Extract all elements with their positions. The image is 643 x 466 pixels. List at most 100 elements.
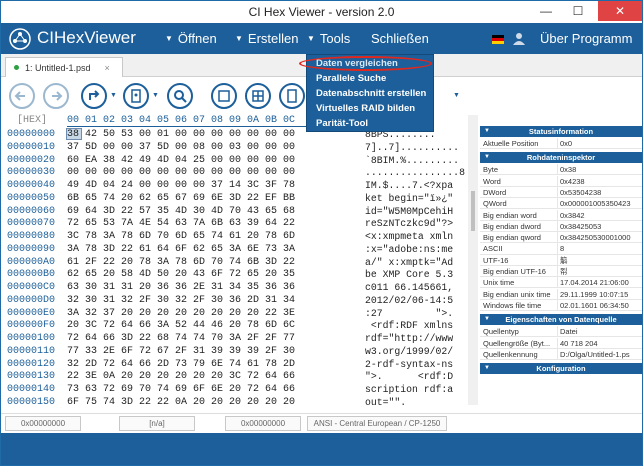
scrollbar-thumb[interactable] [471,191,475,231]
text-row[interactable]: c011 66.145661, [365,282,465,295]
hex-row[interactable]: 6B 65 74 20 62 65 67 69 6E 3D 22 EF BB [67,193,295,206]
text-row[interactable]: 2-rdf-syntax-ns [365,359,465,372]
hex-row[interactable]: 38 42 50 53 00 01 00 00 00 00 00 00 00 [67,129,295,142]
text-row[interactable]: rdf="http://www [365,333,465,346]
hex-row[interactable]: 6F 75 74 3D 22 22 0A 20 20 20 20 20 20 [67,397,295,410]
hex-row[interactable]: 62 65 20 58 4D 50 20 43 6F 72 65 20 35 [67,269,295,282]
property-row[interactable]: QWord 0x000001005350423 [480,198,642,210]
panel-section-header[interactable]: ▼ Statusinformation [480,126,642,137]
search-icon[interactable] [167,83,193,109]
minimize-button[interactable]: — [532,1,560,21]
text-row[interactable]: ................8 [365,167,465,180]
close-button[interactable]: ✕ [598,1,642,21]
hex-bytes[interactable]: 38 42 50 53 00 01 00 00 00 00 00 00 00 37… [67,129,295,410]
hex-editor[interactable]: [HEX] 00 01 02 03 04 05 06 07 08 09 0A 0… [5,115,478,410]
text-row[interactable]: :27 ">. [365,308,465,321]
property-row[interactable]: Quellenkennung D:/Olga/Untitled-1.ps [480,348,642,360]
goto-icon[interactable] [81,83,107,109]
property-row[interactable]: ASCII 8 [480,243,642,255]
hex-row[interactable]: 32 2D 72 64 66 2D 73 79 6E 74 61 78 2D [67,359,295,372]
hex-row[interactable]: 49 4D 04 24 00 00 00 00 37 14 3C 3F 78 [67,180,295,193]
text-row[interactable]: 2012/02/06-14:5 [365,295,465,308]
hex-row[interactable]: 73 63 72 69 70 74 69 6F 6E 20 72 64 66 [67,384,295,397]
hex-row[interactable]: 20 3C 72 64 66 3A 52 44 46 20 78 6D 6C [67,320,295,333]
property-row[interactable]: Quellentyp Datei [480,326,642,338]
property-row[interactable]: DWord 0x53504238 [480,186,642,199]
property-row[interactable]: Big endian dword 0x38425053 [480,220,642,232]
text-row[interactable]: out="". [365,397,465,410]
hex-row[interactable]: 3A 78 3D 22 61 64 6F 62 65 3A 6E 73 3A [67,244,295,257]
hex-row[interactable]: 77 33 2E 6F 72 67 2F 31 39 39 39 2F 30 [67,346,295,359]
menu-schliessen[interactable]: Schließen [371,31,429,46]
panel-section-header[interactable]: ▼ Rohdateninspektor [480,152,642,164]
text-row[interactable]: scription rdf:a [365,384,465,397]
property-row[interactable]: Big endian UTF-16 㡂 [480,266,642,278]
menu-about[interactable]: Über Programm [540,31,632,46]
bookmark-dropdown-icon[interactable]: ▼ [152,92,159,99]
property-row[interactable]: UTF-16 䈸 [480,254,642,266]
property-row[interactable]: Big endian word 0x3842 [480,209,642,221]
text-row[interactable]: reSzNTczkc9d"?> [365,218,465,231]
hex-row[interactable]: 00 00 00 00 00 00 00 00 00 00 00 00 00 [67,167,295,180]
text-row[interactable]: ">. <rdf:D [365,371,465,384]
menu-erstellen[interactable]: ▼ Erstellen [235,31,299,46]
menu-item-daten-vergleichen[interactable]: Daten vergleichen [316,58,398,69]
text-row[interactable]: w3.org/1999/02/ [365,346,465,359]
hex-row[interactable]: 3A 32 37 20 20 20 20 20 20 20 20 22 3E [67,308,295,321]
hex-row[interactable]: 72 65 53 7A 4E 54 63 7A 6B 63 39 64 22 [67,218,295,231]
panel-section-header[interactable]: ▼ Konfiguration [480,363,642,375]
hex-row[interactable]: 32 30 31 32 2F 30 32 2F 30 36 2D 31 34 [67,295,295,308]
property-row[interactable]: Big endian qword 0x384250530001000 [480,232,642,244]
property-value: 0x4238 [557,175,642,187]
text-row[interactable]: be XMP Core 5.3 [365,269,465,282]
menu-oeffnen[interactable]: ▼ Öffnen [165,31,217,46]
forward-icon[interactable] [43,83,69,109]
menu-item-datenabschnitt-erstellen[interactable]: Datenabschnitt erstellen [316,88,426,99]
grid-icon[interactable] [245,83,271,109]
german-flag-icon[interactable] [492,35,504,44]
hex-row[interactable]: 61 2F 22 20 78 3A 78 6D 70 74 6B 3D 22 [67,257,295,270]
hex-row[interactable]: 3C 78 3A 78 6D 70 6D 65 74 61 20 78 6D [67,231,295,244]
encoding-select[interactable]: ANSI - Central European / CP-1250 [307,416,447,431]
text-row[interactable]: a/" x:xmptk="Ad [365,257,465,270]
vertical-scrollbar[interactable] [468,115,478,405]
text-row[interactable]: <rdf:RDF xmlns [365,320,465,333]
text-row[interactable]: ket begin="ï»¿" [365,193,465,206]
property-row[interactable]: Quellengröße (Byt... 40 718 204 [480,337,642,349]
panel-section-header[interactable]: ▼ Eigenschaften von Datenquelle [480,314,642,326]
view-dropdown-icon[interactable]: ▼ [453,92,460,99]
hex-row[interactable]: 63 30 31 31 20 36 36 2E 31 34 35 36 36 [67,282,295,295]
hex-row[interactable]: 37 5D 00 00 37 5D 00 08 00 03 00 00 00 [67,142,295,155]
text-row[interactable]: <x:xmpmeta xmln [365,231,465,244]
property-row[interactable]: Aktuelle Position 0x0 [480,138,642,150]
text-row[interactable]: id="W5M0MpCehiH [365,206,465,219]
document-icon[interactable] [279,83,305,109]
property-row[interactable]: Windows file time 02.01.1601 06:34:50 [480,299,642,312]
user-icon[interactable] [513,32,525,45]
copy-icon[interactable] [211,83,237,109]
back-icon[interactable] [9,83,35,109]
text-column[interactable]: 8BPS........ 7]..7].......... `8BIM.%.....… [365,129,465,410]
menu-tools[interactable]: ▼ Tools [307,31,350,46]
bookmark-icon[interactable] [123,83,149,109]
menu-item-virtuelles-raid-bilden[interactable]: Virtuelles RAID bilden [316,103,415,114]
tab-untitled-1[interactable]: 1: Untitled-1.psd × [5,57,123,77]
menu-item-parallele-suche[interactable]: Parallele Suche [316,73,386,84]
maximize-button[interactable]: ☐ [564,1,592,21]
text-row[interactable]: 7]..7].......... [365,142,465,155]
property-row[interactable]: Big endian unix time 29.11.1999 10:07:15 [480,288,642,300]
hex-row[interactable]: 60 EA 38 42 49 4D 04 25 00 00 00 00 00 [67,155,295,168]
text-row[interactable]: :x="adobe:ns:me [365,244,465,257]
menu-item-paritaet-tool[interactable]: Parität-Tool [316,118,368,129]
tab-close-icon[interactable]: × [105,63,110,73]
hex-row[interactable]: 22 3E 0A 20 20 20 20 20 20 3C 72 64 66 [67,371,295,384]
hex-row[interactable]: 69 64 3D 22 57 35 4D 30 4D 70 43 65 68 [67,206,295,219]
property-row[interactable]: Unix time 17.04.2014 21:06:00 [480,277,642,289]
property-row[interactable]: Word 0x4238 [480,175,642,187]
property-value: 0x000001005350423 [557,198,642,210]
text-row[interactable]: IM.$....7.<?xpa [365,180,465,193]
goto-dropdown-icon[interactable]: ▼ [110,92,117,99]
hex-row[interactable]: 72 64 66 3D 22 68 74 74 70 3A 2F 2F 77 [67,333,295,346]
property-row[interactable]: Byte 0x38 [480,164,642,176]
text-row[interactable]: `8BIM.%......... [365,155,465,168]
